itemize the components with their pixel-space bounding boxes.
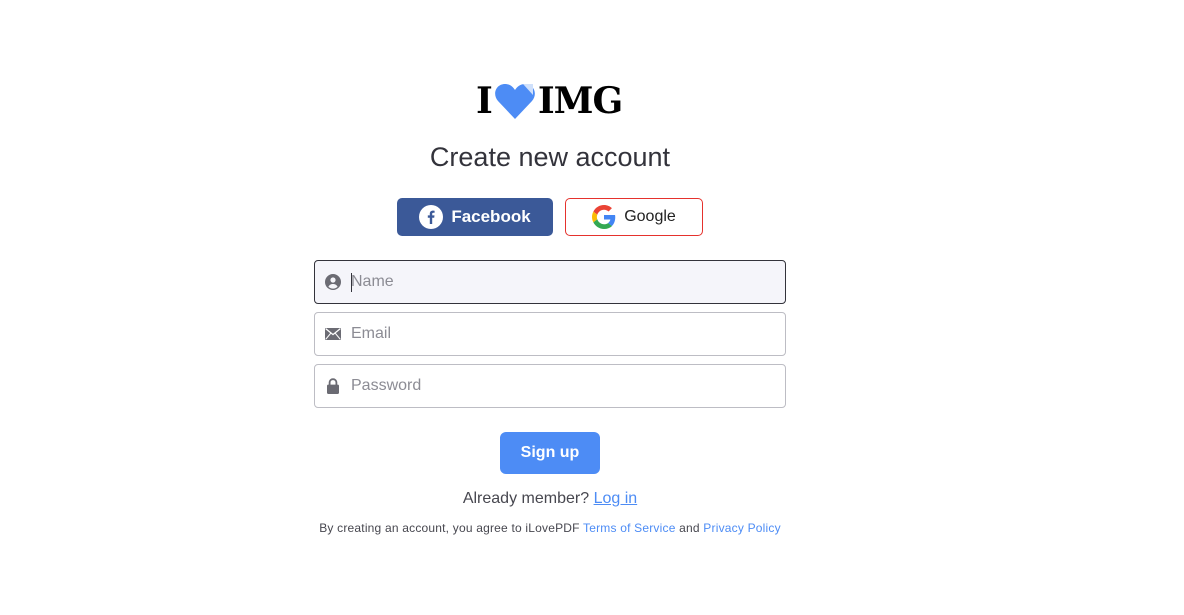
lock-icon — [315, 364, 351, 408]
facebook-icon — [419, 205, 444, 229]
email-input[interactable] — [351, 314, 771, 354]
social-login-group: Facebook Google — [397, 198, 703, 236]
name-input[interactable] — [351, 262, 771, 302]
name-field[interactable] — [314, 260, 786, 304]
google-icon — [592, 205, 616, 229]
google-label: Google — [624, 208, 676, 225]
login-prompt-text: Already member? — [462, 490, 590, 507]
terms-notice: By creating an account, you agree to iLo… — [314, 519, 786, 537]
envelope-icon — [315, 312, 351, 356]
heart-icon — [494, 84, 535, 119]
facebook-button[interactable]: Facebook — [397, 198, 553, 236]
ilovemg-logo[interactable]: I IMG — [476, 80, 626, 122]
password-field[interactable] — [314, 364, 786, 408]
terms-and: and — [679, 521, 700, 535]
login-link[interactable]: Log in — [594, 490, 638, 507]
terms-of-service-link[interactable]: Terms of Service — [583, 521, 676, 535]
privacy-policy-link[interactable]: Privacy Policy — [703, 521, 780, 535]
password-input[interactable] — [351, 366, 771, 406]
email-field[interactable] — [314, 312, 786, 356]
text-caret — [351, 273, 352, 292]
page-title: Create new account — [429, 142, 671, 172]
logo-text-img: IMG — [537, 80, 623, 122]
signup-button[interactable]: Sign up — [500, 432, 600, 474]
google-button[interactable]: Google — [565, 198, 703, 236]
user-icon — [315, 260, 351, 304]
login-prompt: Already member? Log in — [314, 490, 786, 508]
logo-letter-i: I — [476, 80, 493, 122]
facebook-label: Facebook — [451, 207, 531, 226]
terms-prefix: By creating an account, you agree to iLo… — [319, 521, 580, 535]
